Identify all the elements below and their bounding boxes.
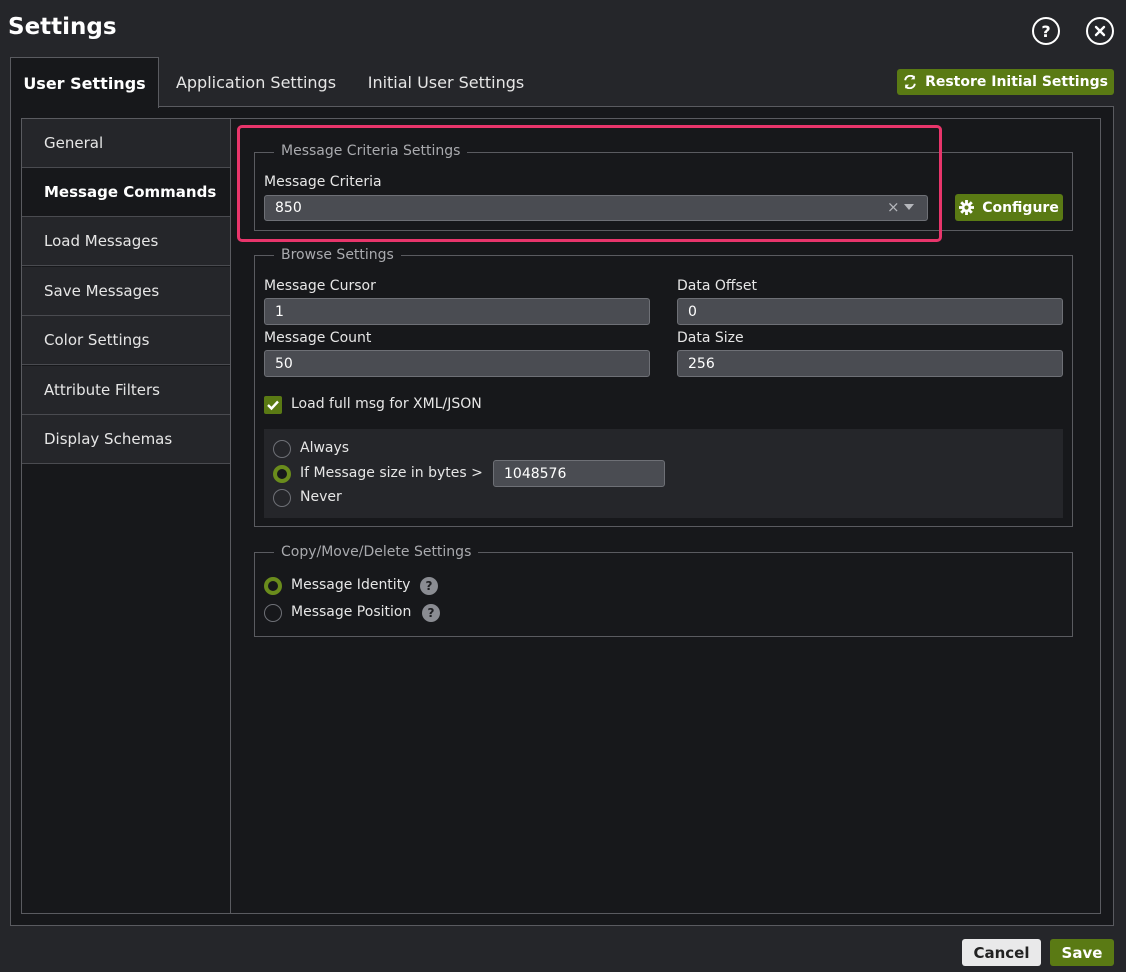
sidebar-item-label: Load Messages bbox=[44, 232, 159, 250]
refresh-icon bbox=[904, 75, 916, 89]
message-cursor-value: 1 bbox=[275, 303, 284, 320]
sidebar-item-attribute-filters[interactable]: Attribute Filters bbox=[22, 366, 230, 415]
close-circle-icon bbox=[1094, 25, 1106, 37]
configure-label: Configure bbox=[982, 199, 1059, 216]
message-cursor-label: Message Cursor bbox=[264, 278, 376, 294]
sidebar-item-general[interactable]: General bbox=[22, 119, 230, 168]
save-button[interactable]: Save bbox=[1050, 939, 1114, 966]
message-count-label: Message Count bbox=[264, 330, 372, 346]
size-threshold-value: 1048576 bbox=[504, 465, 567, 482]
cancel-button[interactable]: Cancel bbox=[962, 939, 1041, 966]
sidebar-item-color-settings[interactable]: Color Settings bbox=[22, 316, 230, 365]
gear-icon bbox=[959, 200, 975, 215]
tab-initial-user-settings[interactable]: Initial User Settings bbox=[354, 57, 538, 107]
data-size-value: 256 bbox=[688, 355, 715, 372]
radio-always[interactable] bbox=[273, 440, 291, 458]
message-cursor-input[interactable]: 1 bbox=[264, 298, 650, 325]
message-count-input[interactable]: 50 bbox=[264, 350, 650, 377]
message-identity-label: Message Identity bbox=[291, 577, 411, 593]
message-count-value: 50 bbox=[275, 355, 293, 372]
highlight-box bbox=[237, 125, 942, 242]
cancel-label: Cancel bbox=[973, 943, 1030, 962]
sidebar-item-load-messages[interactable]: Load Messages bbox=[22, 217, 230, 266]
load-full-label: Load full msg for XML/JSON bbox=[291, 396, 482, 412]
tab-user-settings[interactable]: User Settings bbox=[10, 57, 159, 108]
checkmark-icon bbox=[267, 400, 279, 411]
restore-initial-settings-button[interactable]: Restore Initial Settings bbox=[897, 69, 1114, 95]
tab-label: Initial User Settings bbox=[367, 72, 525, 92]
identity-help-icon[interactable]: ? bbox=[420, 577, 438, 595]
close-button[interactable] bbox=[1086, 17, 1114, 45]
data-size-input[interactable]: 256 bbox=[677, 350, 1063, 377]
copy-move-delete-fieldset bbox=[254, 552, 1073, 637]
size-threshold-input[interactable]: 1048576 bbox=[493, 460, 665, 487]
load-full-checkbox[interactable] bbox=[264, 396, 282, 414]
tab-application-settings[interactable]: Application Settings bbox=[162, 57, 350, 107]
radio-message-position[interactable] bbox=[264, 604, 282, 622]
sidebar-item-label: Attribute Filters bbox=[44, 381, 160, 399]
message-position-label: Message Position bbox=[291, 604, 412, 620]
position-help-icon[interactable]: ? bbox=[422, 604, 440, 622]
data-offset-input[interactable]: 0 bbox=[677, 298, 1063, 325]
browse-settings-legend: Browse Settings bbox=[274, 247, 401, 263]
sidebar-divider bbox=[230, 118, 231, 914]
radio-if-size-label: If Message size in bytes > bbox=[300, 465, 483, 481]
help-button[interactable]: ? bbox=[1032, 17, 1060, 45]
radio-if-size[interactable] bbox=[273, 465, 291, 483]
tab-label: User Settings bbox=[23, 73, 146, 93]
radio-never[interactable] bbox=[273, 489, 291, 507]
data-offset-label: Data Offset bbox=[677, 278, 757, 294]
configure-button[interactable]: Configure bbox=[955, 194, 1063, 221]
question-circle-icon: ? bbox=[1041, 21, 1051, 41]
save-label: Save bbox=[1061, 943, 1103, 962]
radio-never-label: Never bbox=[300, 489, 342, 505]
sidebar-item-label: Display Schemas bbox=[44, 430, 173, 448]
sidebar-item-save-messages[interactable]: Save Messages bbox=[22, 267, 230, 316]
data-size-label: Data Size bbox=[677, 330, 744, 346]
sidebar-item-label: Color Settings bbox=[44, 331, 150, 349]
sidebar-item-label: Save Messages bbox=[44, 282, 160, 300]
window-title: Settings bbox=[8, 14, 117, 40]
radio-message-identity[interactable] bbox=[264, 577, 282, 595]
tab-label: Application Settings bbox=[175, 72, 337, 92]
radio-always-label: Always bbox=[300, 440, 350, 456]
data-offset-value: 0 bbox=[688, 303, 697, 320]
sidebar-item-message-commands[interactable]: Message Commands bbox=[22, 168, 230, 217]
sidebar-item-display-schemas[interactable]: Display Schemas bbox=[22, 415, 230, 464]
sidebar-item-label: General bbox=[44, 134, 104, 152]
restore-label: Restore Initial Settings bbox=[925, 74, 1108, 90]
sidebar-item-label: Message Commands bbox=[44, 183, 217, 201]
copy-move-delete-legend: Copy/Move/Delete Settings bbox=[274, 544, 479, 560]
